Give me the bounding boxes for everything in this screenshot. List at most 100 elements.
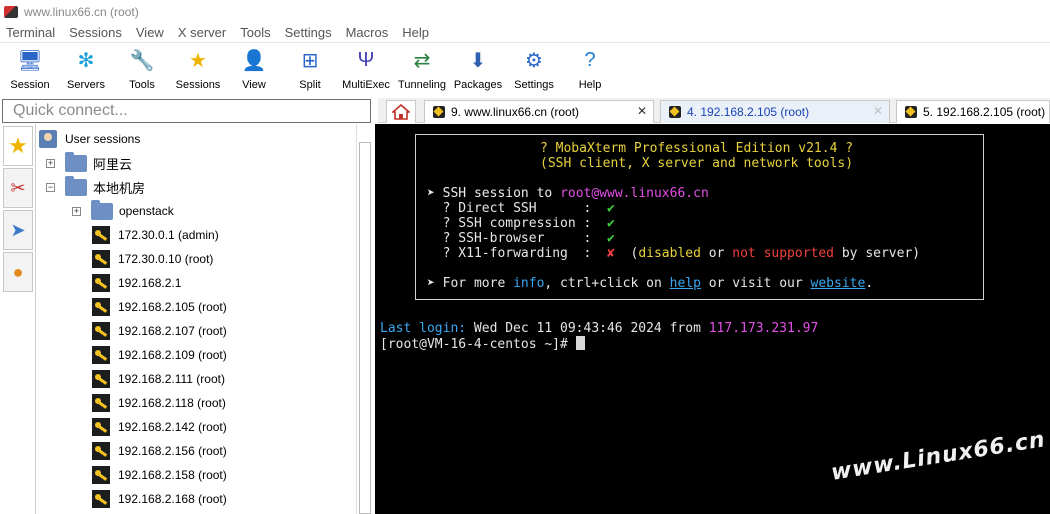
ssh-key-icon: [92, 346, 110, 364]
session-item-label: 192.168.2.168 (root): [118, 492, 227, 506]
session-item-label: 192.168.2.107 (root): [118, 324, 227, 338]
folder-label: openstack: [119, 204, 174, 218]
terminal-pane[interactable]: ? MobaXterm Professional Edition v21.4 ?…: [375, 124, 1050, 514]
menu-settings[interactable]: Settings: [285, 25, 332, 40]
menu-bar: Terminal Sessions View X server Tools Se…: [0, 23, 1050, 43]
close-tab-icon[interactable]: ✕: [637, 104, 647, 118]
toolbar-button-label: Servers: [67, 79, 105, 91]
settings-toolbar-button[interactable]: ⚙ Settings: [506, 47, 562, 92]
help-link[interactable]: help: [670, 276, 701, 291]
ssh-key-icon: [92, 226, 110, 244]
tree-root-user-sessions[interactable]: User sessions: [39, 127, 140, 151]
ssh-key-icon: [905, 106, 917, 118]
menu-x-server[interactable]: X server: [178, 25, 226, 40]
toolbar-button-label: Settings: [514, 79, 554, 91]
expand-icon[interactable]: +: [72, 206, 81, 216]
tools-toolbar-button[interactable]: 🔧 Tools: [114, 47, 170, 92]
close-tab-icon[interactable]: ✕: [873, 104, 883, 118]
session-item[interactable]: 192.168.2.109 (root): [92, 343, 227, 367]
terminal-cursor: [575, 336, 585, 350]
session-item[interactable]: 172.30.0.1 (admin): [92, 223, 219, 247]
collapse-icon[interactable]: −: [46, 182, 55, 192]
sidebar-sftp-tab[interactable]: ●: [3, 252, 33, 292]
menu-terminal[interactable]: Terminal: [6, 25, 55, 40]
ssh-key-icon: [92, 394, 110, 412]
menu-help[interactable]: Help: [402, 25, 429, 40]
session-item[interactable]: 192.168.2.168 (root): [92, 487, 227, 511]
expand-icon[interactable]: +: [46, 158, 55, 168]
session-icon: 🖥: [17, 49, 43, 72]
session-item-label: 192.168.2.118 (root): [118, 396, 226, 410]
session-item[interactable]: 192.168.2.142 (root): [92, 415, 227, 439]
session-toolbar-button[interactable]: 🖥 Session: [2, 47, 58, 92]
quick-connect-input[interactable]: Quick connect...: [2, 99, 371, 123]
session-tree-scrollbar[interactable]: [356, 124, 374, 514]
toolbar-button-label: Packages: [453, 79, 503, 91]
session-item[interactable]: 192.168.2.156 (root): [92, 439, 227, 463]
toolbar-button-label: MultiExec: [342, 79, 390, 91]
session-item-label: 192.168.2.1: [118, 276, 182, 290]
ssh-key-icon: [92, 250, 110, 268]
session-item[interactable]: 192.168.2.105 (root): [92, 295, 227, 319]
ssh-key-icon: [92, 466, 110, 484]
servers-icon: ✻: [77, 49, 95, 72]
shell-prompt-line[interactable]: [root@VM-16-4-centos ~]#: [380, 336, 585, 352]
session-item-label: 172.30.0.10 (root): [118, 252, 214, 266]
tree-folder-aliyun[interactable]: + 阿里云: [46, 151, 132, 175]
session-item[interactable]: 192.168.2.111 (root): [92, 367, 225, 391]
sidebar-macros-tab[interactable]: ➤: [3, 210, 33, 250]
split-toolbar-button[interactable]: ⊞ Split: [282, 47, 338, 92]
menu-macros[interactable]: Macros: [346, 25, 389, 40]
tab-session-5[interactable]: 5. 192.168.2.105 (root): [896, 100, 1050, 123]
website-link[interactable]: website: [811, 276, 866, 291]
check-direct-ssh: ? Direct SSH : ✔: [427, 201, 615, 216]
session-item[interactable]: 192.168.2.118 (root): [92, 391, 226, 415]
tree-folder-local[interactable]: − 本地机房: [46, 175, 145, 199]
session-item[interactable]: 192.168.2.107 (root): [92, 319, 227, 343]
ssh-key-icon: [92, 370, 110, 388]
tab-home[interactable]: [386, 100, 416, 123]
menu-tools[interactable]: Tools: [240, 25, 270, 40]
menu-view[interactable]: View: [136, 25, 164, 40]
sidebar-tools-tab[interactable]: ✂: [3, 168, 33, 208]
sidebar-sessions-tab[interactable]: ★: [3, 126, 33, 166]
view-toolbar-button[interactable]: 👤 View: [226, 47, 282, 92]
help-toolbar-button[interactable]: ? Help: [562, 47, 618, 92]
tab-label: 4. 192.168.2.105 (root): [687, 105, 810, 119]
session-item-label: 192.168.2.111 (root): [118, 372, 225, 386]
ssh-key-icon: [92, 322, 110, 340]
session-item-label: 192.168.2.156 (root): [118, 444, 227, 458]
sessions-toolbar-button[interactable]: ★ Sessions: [170, 47, 226, 92]
paper-plane-icon: ➤: [10, 219, 26, 240]
user-sessions-icon: [39, 130, 57, 148]
folder-icon: [91, 199, 113, 220]
servers-toolbar-button[interactable]: ✻ Servers: [58, 47, 114, 92]
session-item[interactable]: 192.168.2.158 (root): [92, 463, 227, 487]
tunneling-toolbar-button[interactable]: ⇄ Tunneling: [394, 47, 450, 92]
tree-folder-openstack[interactable]: + openstack: [72, 199, 174, 223]
toolbar-button-label: Split: [299, 79, 321, 91]
ssh-key-icon: [92, 490, 110, 508]
menu-sessions[interactable]: Sessions: [69, 25, 122, 40]
multiexec-toolbar-button[interactable]: Ψ MultiExec: [338, 47, 394, 92]
session-item[interactable]: 192.168.2.1: [92, 271, 181, 295]
sessions-star-icon: ★: [189, 49, 207, 72]
packages-toolbar-button[interactable]: ⬇ Packages: [450, 47, 506, 92]
toolbar-button-label: Session: [10, 79, 50, 91]
tab-session-4[interactable]: 4. 192.168.2.105 (root) ✕: [660, 100, 890, 123]
banner-subtitle: (SSH client, X server and network tools): [540, 156, 854, 171]
session-item[interactable]: 172.30.0.10 (root): [92, 247, 213, 271]
last-login-line: Last login: Wed Dec 11 09:43:46 2024 fro…: [380, 321, 819, 336]
tools-icon: 🔧: [129, 49, 155, 72]
toolbar-button-label: Tunneling: [398, 79, 446, 91]
ssh-key-icon: [92, 442, 110, 460]
toolbar-button-label: View: [242, 79, 266, 91]
folder-label: 本地机房: [93, 180, 146, 196]
tab-session-9[interactable]: 9. www.linux66.cn (root) ✕: [424, 100, 654, 123]
toolbar-button-label: Help: [578, 79, 602, 91]
info-link[interactable]: info: [513, 276, 544, 291]
toolbar-button-label: Sessions: [175, 79, 221, 91]
scrollbar-thumb[interactable]: [359, 142, 371, 514]
session-item-label: 172.30.0.1 (admin): [118, 228, 219, 242]
ssh-key-icon: [433, 106, 445, 118]
